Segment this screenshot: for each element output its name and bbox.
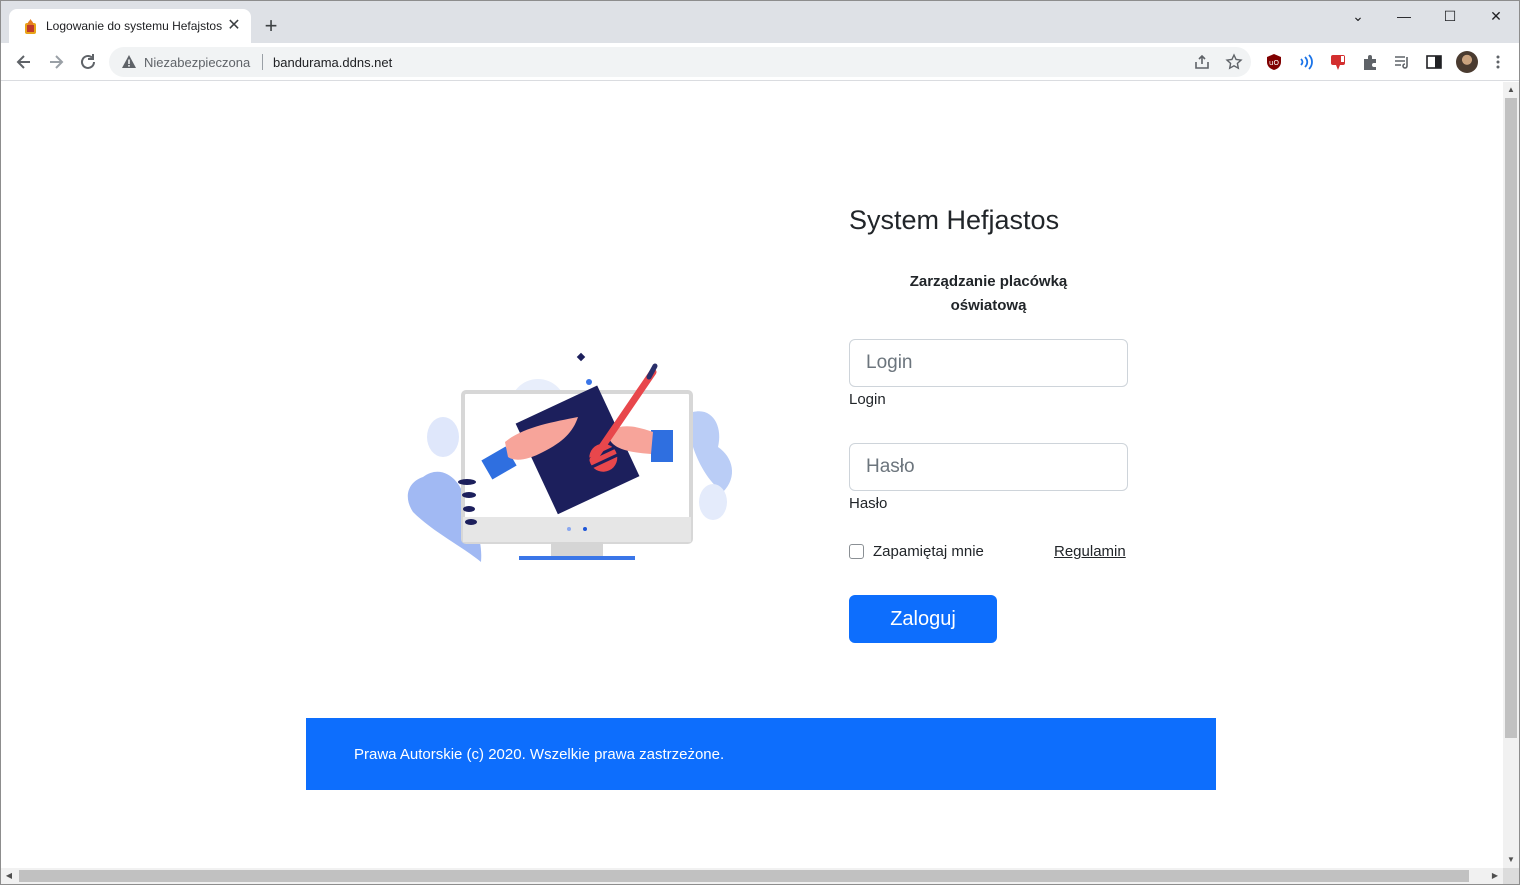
page-title: System Hefjastos <box>849 205 1060 235</box>
password-input[interactable] <box>849 443 1128 491</box>
remember-me-checkbox[interactable] <box>849 544 864 559</box>
new-tab-button[interactable]: + <box>259 15 283 39</box>
horizontal-scrollbar[interactable]: ◀ ▶ <box>1 868 1503 884</box>
horizontal-scroll-thumb[interactable] <box>19 870 1469 882</box>
maximize-button[interactable]: ☐ <box>1427 5 1473 29</box>
address-separator <box>262 54 263 70</box>
login-submit-button[interactable]: Zaloguj <box>849 595 997 643</box>
wifi-extension-icon[interactable] <box>1297 53 1315 71</box>
scroll-up-arrow-icon[interactable]: ▲ <box>1503 82 1519 98</box>
active-tab[interactable]: Logowanie do systemu Hefajstos ✕ <box>9 9 251 43</box>
security-status[interactable]: Niezabezpieczona <box>144 55 250 70</box>
login-page: System Hefjastos Zarządzanie placówką oś… <box>1 82 1503 868</box>
flame-favicon-icon <box>25 19 36 34</box>
login-illustration <box>407 352 733 562</box>
terms-link[interactable]: Regulamin <box>1054 543 1126 560</box>
thumbs-down-icon[interactable] <box>1329 53 1347 71</box>
page-footer: Prawa Autorskie (c) 2020. Wszelkie prawa… <box>306 718 1216 790</box>
subtitle-line-2: oświatową <box>950 297 1027 314</box>
back-arrow-icon[interactable] <box>13 51 35 73</box>
svg-text:uO: uO <box>1269 59 1279 67</box>
bookmark-star-icon[interactable] <box>1225 53 1243 71</box>
copyright-text: Prawa Autorskie (c) 2020. Wszelkie prawa… <box>354 746 725 763</box>
scrollbar-corner <box>1503 868 1519 884</box>
login-label: Login <box>849 391 886 408</box>
close-window-button[interactable]: ✕ <box>1473 5 1519 29</box>
tab-title: Logowanie do systemu Hefajstos <box>46 19 223 33</box>
scroll-left-arrow-icon[interactable]: ◀ <box>1 868 17 884</box>
password-label: Hasło <box>849 495 888 512</box>
menu-kebab-icon[interactable] <box>1489 53 1507 71</box>
subtitle-line-1: Zarządzanie placówką <box>909 273 1068 290</box>
profile-avatar[interactable] <box>1456 51 1478 73</box>
login-input[interactable] <box>849 339 1128 387</box>
side-panel-icon[interactable] <box>1425 53 1443 71</box>
browser-toolbar: Niezabezpieczona bandurama.ddns.net uO <box>1 43 1519 81</box>
vertical-scroll-thumb[interactable] <box>1505 98 1517 738</box>
minimize-button[interactable]: — <box>1381 5 1427 29</box>
remember-me-control[interactable]: Zapamiętaj mnie <box>849 543 984 560</box>
page-subtitle: Zarządzanie placówką oświatową <box>849 270 1128 318</box>
tab-search-icon[interactable]: ⌄ <box>1335 5 1381 29</box>
scroll-right-arrow-icon[interactable]: ▶ <box>1487 868 1503 884</box>
scroll-down-arrow-icon[interactable]: ▼ <box>1503 852 1519 868</box>
vertical-scrollbar[interactable]: ▲ ▼ <box>1503 82 1519 868</box>
extensions-puzzle-icon[interactable] <box>1361 53 1379 71</box>
forward-arrow-icon[interactable] <box>45 51 67 73</box>
tab-strip: Logowanie do systemu Hefajstos ✕ + ⌄ — ☐… <box>1 1 1519 43</box>
url-text[interactable]: bandurama.ddns.net <box>273 55 392 70</box>
reading-list-icon[interactable] <box>1393 53 1411 71</box>
browser-window: Logowanie do systemu Hefajstos ✕ + ⌄ — ☐… <box>0 0 1520 885</box>
warning-icon <box>122 55 136 68</box>
reload-icon[interactable] <box>77 51 99 73</box>
tab-close-icon[interactable]: ✕ <box>225 17 243 35</box>
share-icon[interactable] <box>1193 53 1211 71</box>
address-bar[interactable]: Niezabezpieczona bandurama.ddns.net <box>109 47 1251 77</box>
ublock-icon[interactable]: uO <box>1265 53 1283 71</box>
remember-me-label[interactable]: Zapamiętaj mnie <box>873 543 984 560</box>
